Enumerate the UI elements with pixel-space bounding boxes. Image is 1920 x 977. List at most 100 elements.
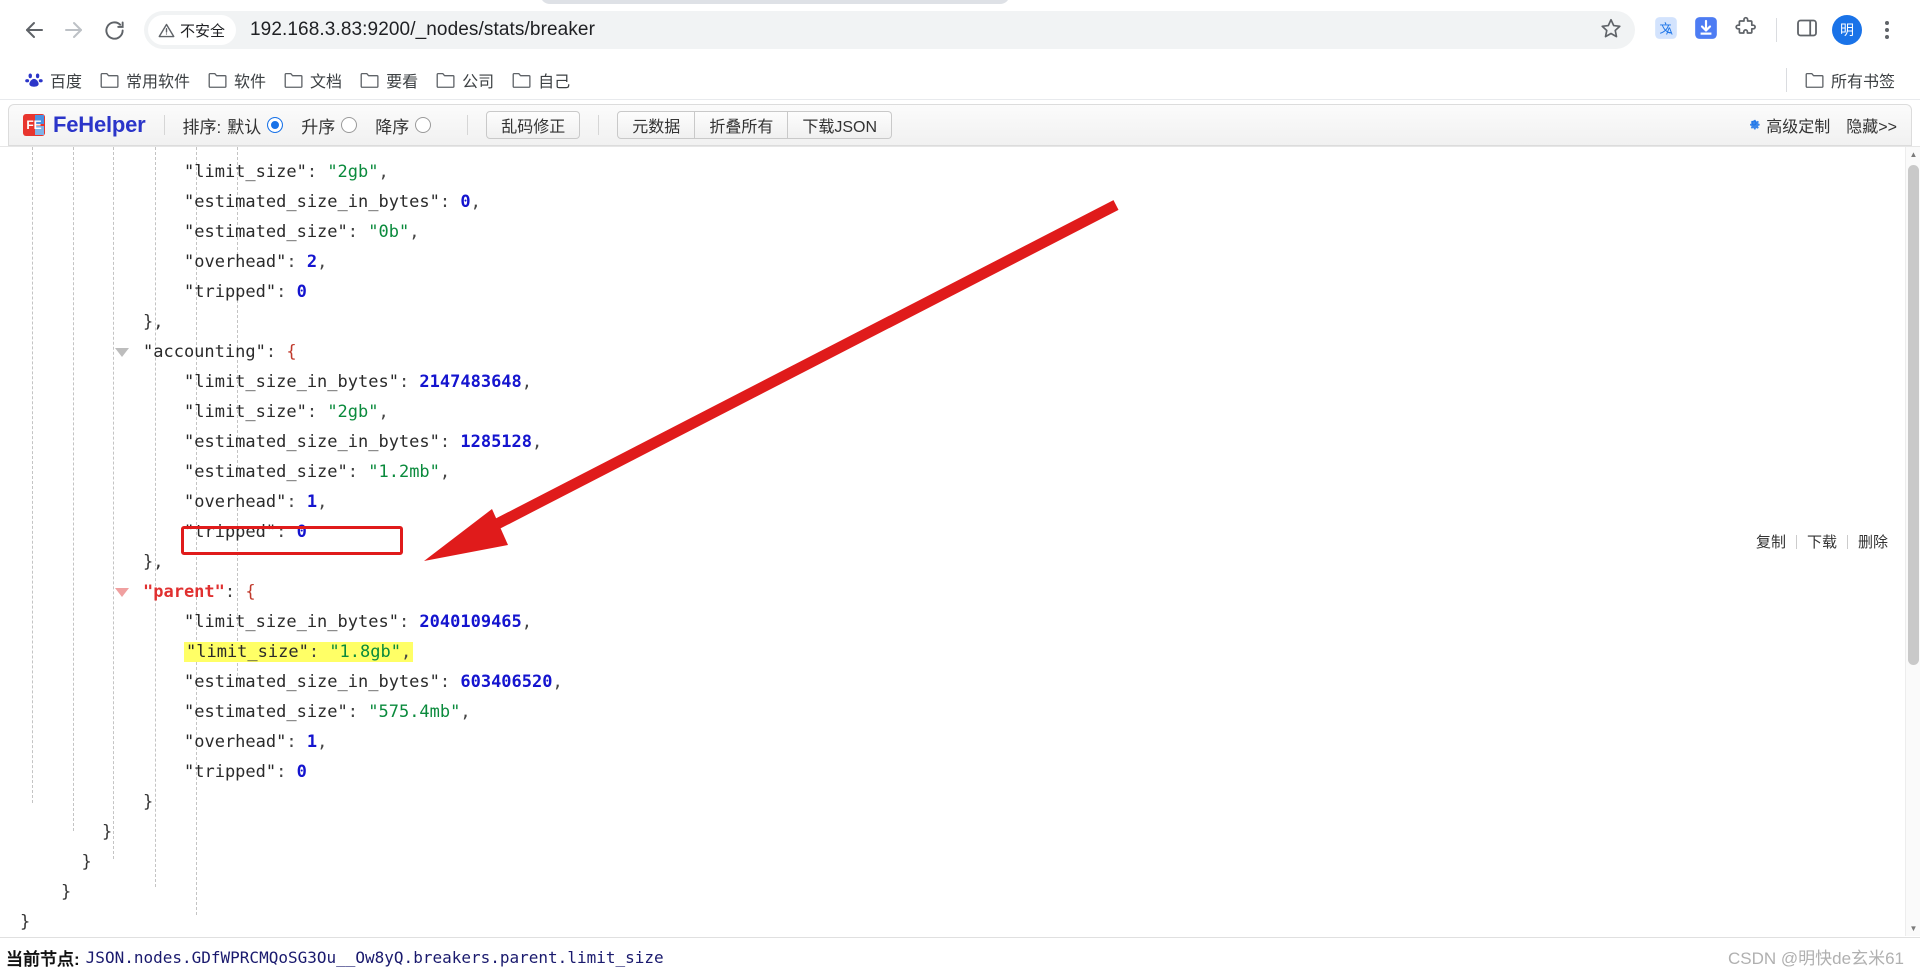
json-line[interactable]: "limit_size_in_bytes": 2040109465,: [0, 607, 563, 637]
json-line-content: }: [0, 787, 153, 817]
address-bar[interactable]: 不安全 192.168.3.83:9200/_nodes/stats/break…: [144, 11, 1635, 49]
security-status-chip[interactable]: 不安全: [148, 15, 237, 45]
bookmark-item-yaokan[interactable]: 要看: [351, 64, 427, 96]
delete-action[interactable]: 删除: [1848, 531, 1898, 552]
json-value: "1.8gb": [329, 642, 401, 662]
sort-option-default[interactable]: 默认: [227, 113, 284, 138]
json-viewer[interactable]: "limit_size": "2gb", "estimated_size_in_b…: [0, 146, 1920, 936]
json-line[interactable]: }: [0, 787, 563, 817]
json-line[interactable]: "estimated_size_in_bytes": 603406520,: [0, 667, 563, 697]
security-status-label: 不安全: [180, 22, 226, 40]
json-brace: }: [143, 792, 154, 812]
json-entry: "overhead": 1,: [184, 732, 327, 752]
json-key: "tripped": [184, 522, 277, 542]
extensions-button[interactable]: [1727, 11, 1765, 49]
forward-button[interactable]: [54, 10, 94, 50]
url-text[interactable]: 192.168.3.83:9200/_nodes/stats/breaker: [250, 19, 1593, 41]
json-line[interactable]: "accounting": {: [0, 337, 563, 367]
json-trailing-comma: ,: [317, 732, 328, 752]
scroll-up-icon[interactable]: ▲: [1906, 147, 1920, 162]
collapse-toggle-icon[interactable]: [115, 588, 129, 597]
metadata-button[interactable]: 元数据: [617, 111, 696, 139]
bookmark-item-ruanjian[interactable]: 软件: [199, 64, 275, 96]
bookmark-item-gongsi[interactable]: 公司: [427, 64, 503, 96]
radio-icon[interactable]: [267, 117, 284, 133]
json-line[interactable]: "tripped": 0: [0, 517, 563, 547]
sort-option-asc[interactable]: 升序: [301, 113, 358, 138]
translate-button[interactable]: 文A: [1647, 11, 1685, 49]
json-entry: "estimated_size": "0b",: [184, 222, 419, 242]
bookmark-item-ziji[interactable]: 自己: [503, 64, 579, 96]
json-separator: :: [276, 762, 297, 782]
json-line[interactable]: "estimated_size": "1.2mb",: [0, 457, 563, 487]
bookmark-item-changyongruanjian[interactable]: 常用软件: [91, 64, 199, 96]
json-line[interactable]: "estimated_size_in_bytes": 1285128,: [0, 427, 563, 457]
json-separator: :: [398, 612, 420, 632]
sort-option-desc[interactable]: 降序: [375, 113, 432, 138]
all-bookmarks-button[interactable]: 所有书签: [1796, 64, 1904, 96]
scroll-down-icon[interactable]: ▼: [1906, 921, 1920, 936]
json-value: 2147483648: [419, 372, 522, 392]
vertical-scrollbar[interactable]: ▲ ▼: [1905, 147, 1920, 936]
json-line[interactable]: }: [0, 907, 563, 936]
json-separator: :: [286, 492, 307, 512]
json-separator: :: [439, 432, 461, 452]
json-line[interactable]: }: [0, 877, 563, 907]
radio-icon[interactable]: [341, 117, 358, 133]
json-key: "overhead": [184, 252, 287, 272]
json-line-content: "estimated_size_in_bytes": 0,: [0, 187, 481, 217]
json-line[interactable]: "limit_size": "1.8gb",: [0, 637, 563, 667]
json-line[interactable]: "limit_size": "2gb",: [0, 397, 563, 427]
copy-action[interactable]: 复制: [1746, 531, 1796, 552]
json-line[interactable]: },: [0, 307, 563, 337]
downloads-button[interactable]: [1687, 11, 1725, 49]
bookmark-item-baidu[interactable]: 百度: [16, 64, 91, 96]
advanced-settings-link[interactable]: 高级定制: [1746, 113, 1830, 137]
bookmark-item-wendang[interactable]: 文档: [275, 64, 351, 96]
reload-button[interactable]: [94, 10, 134, 50]
json-line[interactable]: "limit_size_in_bytes": 2147483648,: [0, 367, 563, 397]
status-bar-path[interactable]: JSON.nodes.GDfWPRCMQoSG3Ou__Ow8yQ.breake…: [86, 948, 664, 967]
collapse-toggle-icon[interactable]: [115, 348, 129, 357]
profile-button[interactable]: 明: [1828, 11, 1866, 49]
json-code-block[interactable]: "limit_size": "2gb", "estimated_size_in_b…: [0, 147, 563, 936]
json-line[interactable]: },: [0, 547, 563, 577]
json-trailing-comma: ,: [521, 612, 533, 632]
bookmark-star-button[interactable]: [1593, 12, 1629, 48]
json-line-content: "estimated_size_in_bytes": 1285128,: [0, 427, 542, 457]
scrollbar-thumb[interactable]: [1908, 165, 1919, 665]
download-json-button[interactable]: 下载JSON: [788, 111, 893, 139]
json-brace: },: [143, 552, 164, 572]
json-line[interactable]: "limit_size": "2gb",: [0, 157, 563, 187]
svg-text:A: A: [1666, 26, 1673, 37]
radio-icon[interactable]: [415, 117, 432, 133]
json-line[interactable]: }: [0, 817, 563, 847]
json-line[interactable]: "overhead": 1,: [0, 487, 563, 517]
fix-encoding-button[interactable]: 乱码修正: [486, 111, 581, 139]
json-highlighted-entry: "limit_size": "1.8gb",: [184, 642, 414, 662]
json-line[interactable]: "estimated_size": "575.4mb",: [0, 697, 563, 727]
json-trailing-comma: ,: [552, 672, 563, 692]
all-bookmarks-label: 所有书签: [1830, 73, 1895, 91]
json-line[interactable]: "tripped": 0: [0, 757, 563, 787]
json-line-content: }: [0, 817, 112, 847]
json-brace: },: [143, 312, 164, 332]
gear-icon: [1746, 115, 1762, 136]
json-line[interactable]: "overhead": 2,: [0, 247, 563, 277]
chrome-menu-button[interactable]: [1868, 11, 1906, 49]
download-action[interactable]: 下载: [1797, 531, 1847, 552]
hide-toolbar-link[interactable]: 隐藏>>: [1846, 113, 1897, 137]
json-line[interactable]: }: [0, 847, 563, 877]
fehelper-logo[interactable]: FE FeHelper: [23, 112, 146, 138]
collapse-all-button[interactable]: 折叠所有: [695, 111, 789, 139]
json-line[interactable]: "parent": {: [0, 577, 563, 607]
json-line[interactable]: "overhead": 1,: [0, 727, 563, 757]
advanced-settings-label: 高级定制: [1766, 119, 1831, 136]
json-line[interactable]: "estimated_size": "0b",: [0, 217, 563, 247]
json-line[interactable]: "estimated_size_in_bytes": 0,: [0, 187, 563, 217]
json-line[interactable]: "tripped": 0: [0, 277, 563, 307]
side-panel-button[interactable]: [1788, 11, 1826, 49]
json-key: "estimated_size_in_bytes": [184, 192, 440, 212]
json-separator: :: [286, 252, 307, 272]
back-button[interactable]: [14, 10, 54, 50]
